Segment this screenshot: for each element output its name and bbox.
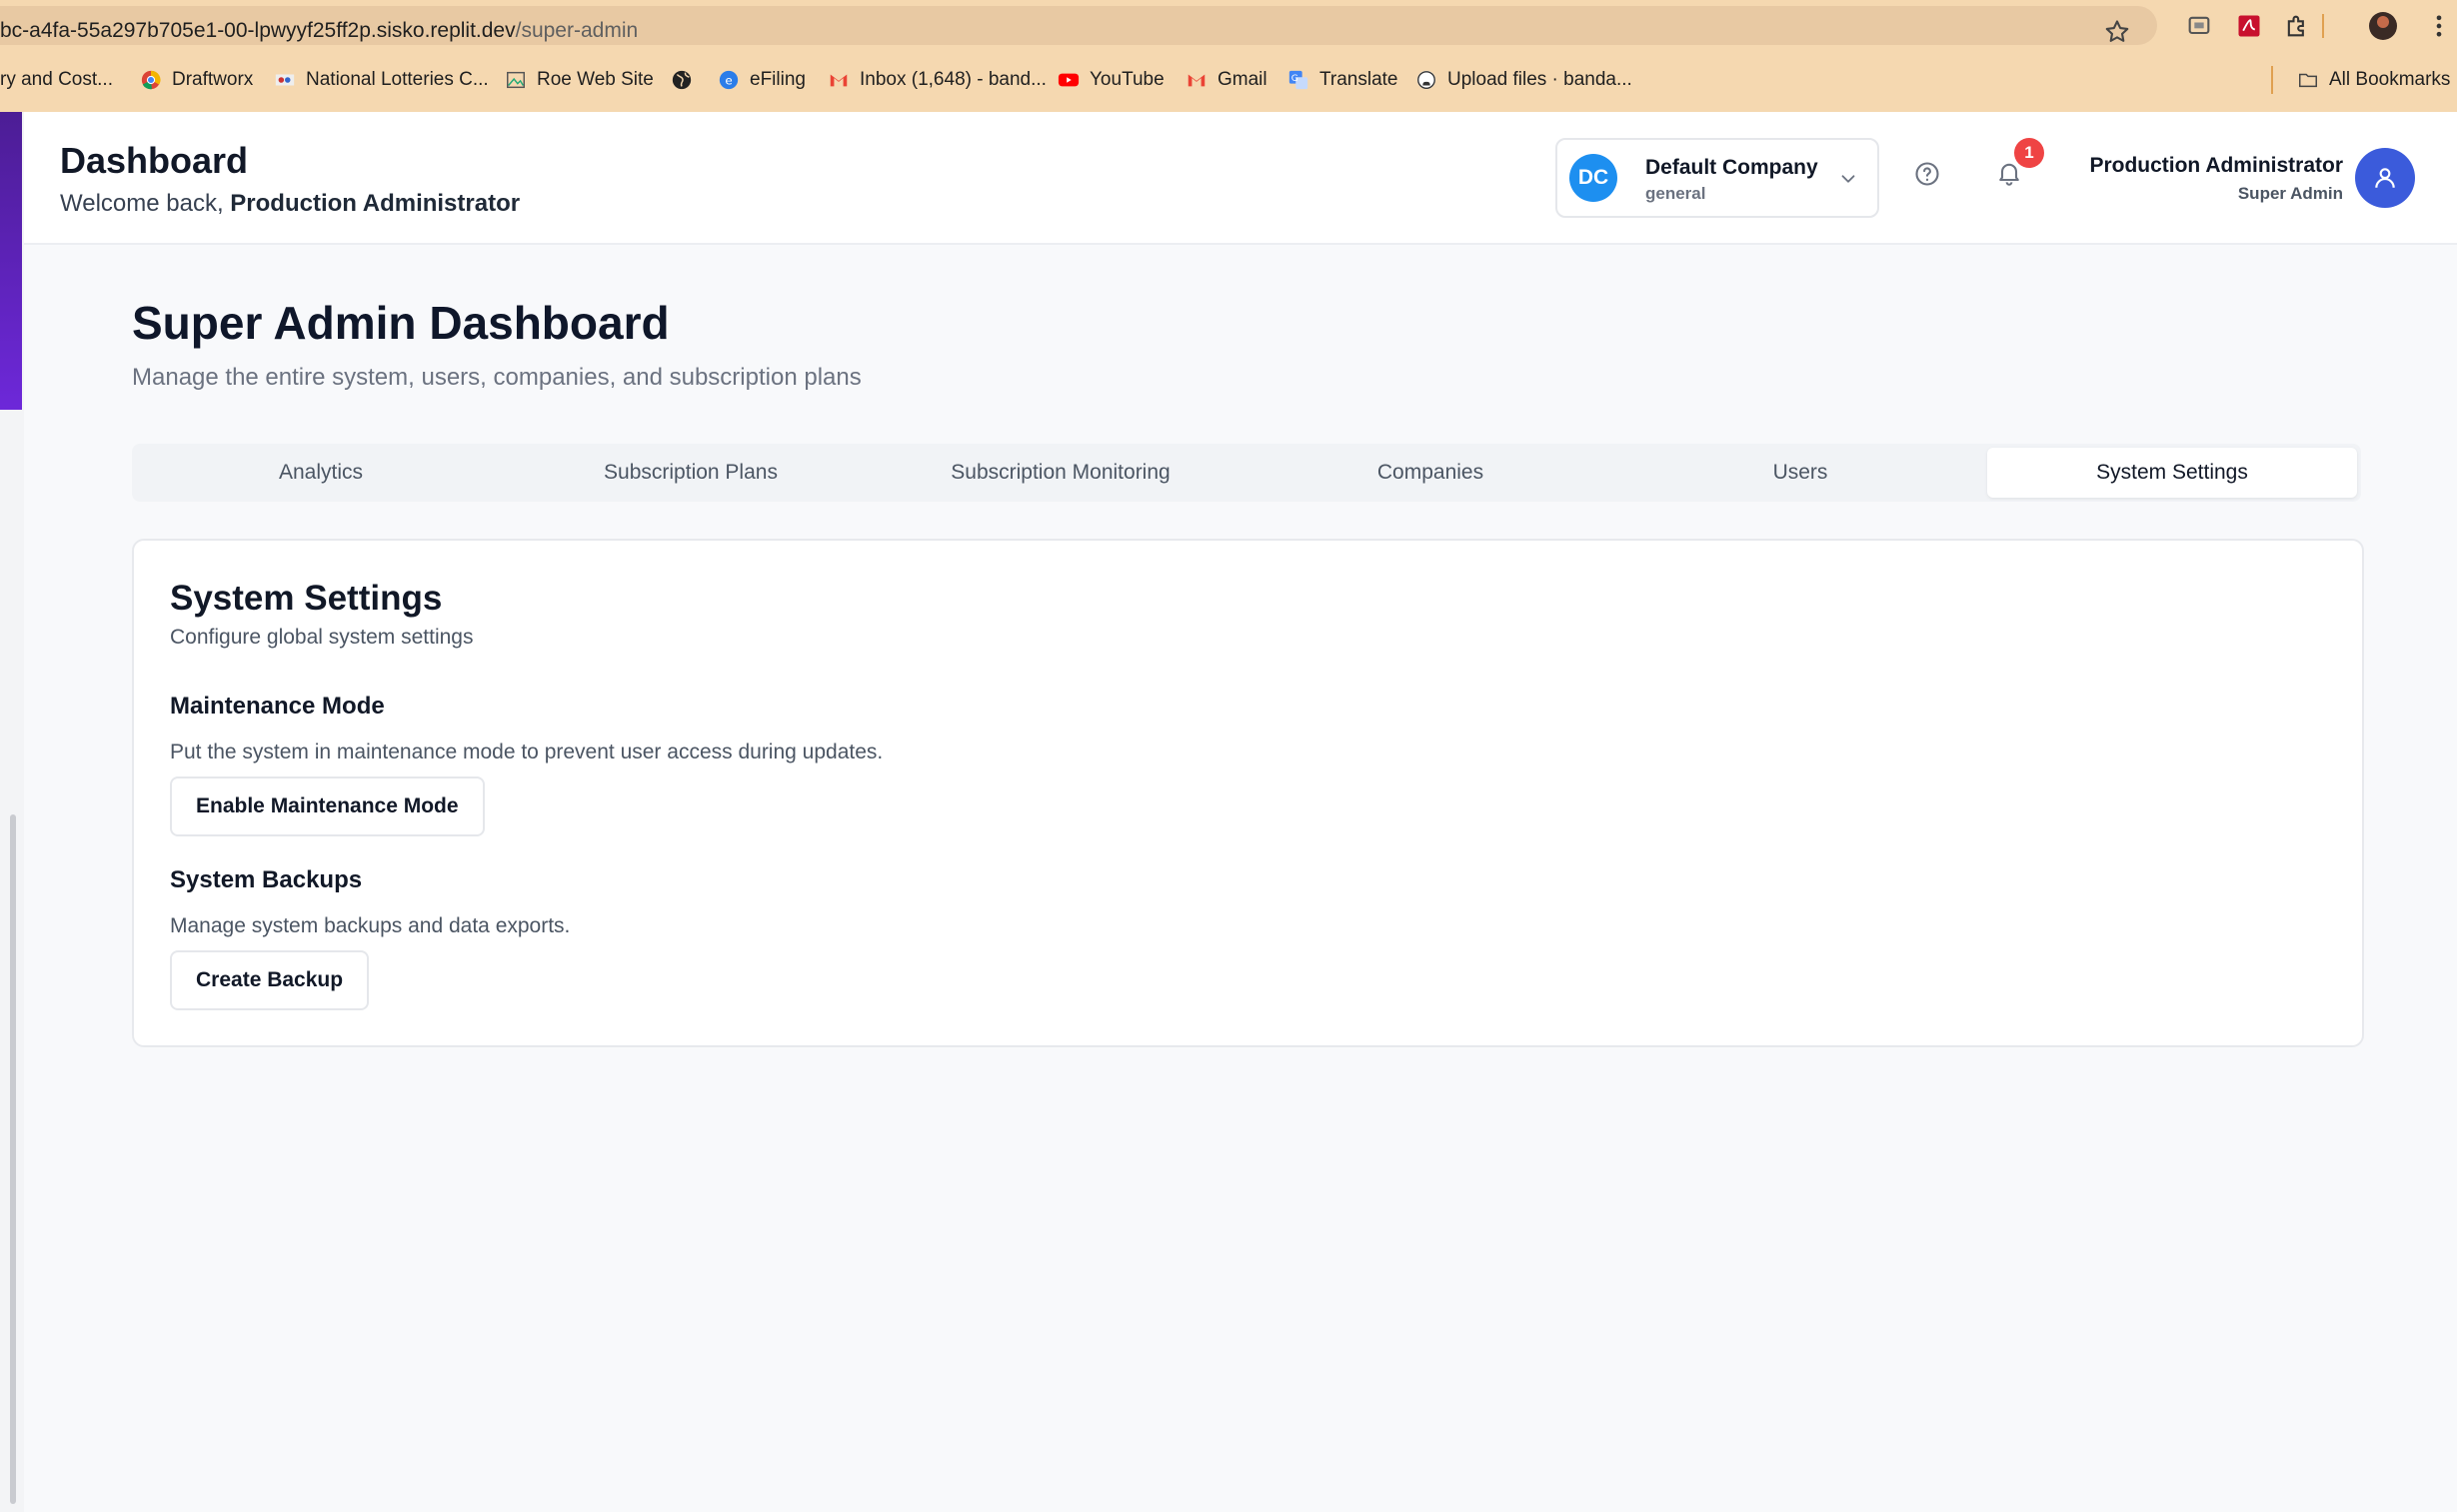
- bookmark-item[interactable]: ry and Cost...: [0, 66, 113, 94]
- folder-icon: [2299, 73, 2317, 88]
- svg-text:e: e: [725, 74, 732, 88]
- gmail-icon: [1188, 74, 1206, 87]
- card-subtitle: Configure global system settings: [170, 626, 474, 649]
- profile-avatar-icon[interactable]: [2369, 12, 2397, 40]
- url-text[interactable]: bc-a4fa-55a297b705e1-00-lpwyyf25ff2p.sis…: [0, 19, 638, 43]
- sidebar-scrollbar[interactable]: [10, 814, 16, 1504]
- tab-users[interactable]: Users: [1615, 448, 1985, 498]
- page-subtitle: Manage the entire system, users, compani…: [132, 364, 862, 391]
- tab-companies[interactable]: Companies: [1245, 448, 1615, 498]
- efiling-icon: e: [719, 70, 739, 90]
- lotteries-icon: [275, 74, 295, 86]
- bookmark-item[interactable]: National Lotteries C...: [274, 66, 489, 94]
- extensions-puzzle-icon[interactable]: [2283, 12, 2311, 40]
- create-backup-button[interactable]: Create Backup: [170, 950, 370, 1010]
- translate-icon: G: [1288, 70, 1308, 90]
- toolbar-divider: [2322, 14, 2324, 38]
- company-type: general: [1645, 184, 1706, 203]
- bookmarks-divider: [2271, 66, 2273, 94]
- help-icon[interactable]: [1913, 160, 1941, 188]
- image-icon: [507, 71, 525, 89]
- globe-icon: [672, 70, 692, 90]
- cast-icon[interactable]: [2185, 12, 2213, 40]
- address-bar[interactable]: bc-a4fa-55a297b705e1-00-lpwyyf25ff2p.sis…: [0, 6, 2157, 45]
- gmail-icon: [830, 74, 848, 87]
- tab-subscription-monitoring[interactable]: Subscription Monitoring: [876, 448, 1245, 498]
- svg-text:G: G: [1291, 73, 1298, 84]
- company-name: Default Company: [1645, 156, 1818, 179]
- welcome-text: Welcome back, Production Administrator: [60, 190, 521, 217]
- bookmark-item[interactable]: Draftworx: [140, 66, 253, 94]
- maintenance-title: Maintenance Mode: [170, 693, 385, 720]
- bookmark-item[interactable]: Inbox (1,648) - band...: [828, 66, 1047, 94]
- user-avatar[interactable]: [2355, 148, 2415, 208]
- more-menu-icon[interactable]: [2425, 12, 2453, 40]
- sidebar-brand-strip: [0, 112, 22, 410]
- bookmark-item[interactable]: G Translate: [1287, 66, 1398, 94]
- user-icon: [2375, 168, 2395, 188]
- tab-subscription-plans[interactable]: Subscription Plans: [506, 448, 876, 498]
- all-bookmarks[interactable]: All Bookmarks: [2297, 66, 2450, 94]
- maintenance-description: Put the system in maintenance mode to pr…: [170, 741, 884, 763]
- card-title: System Settings: [170, 579, 443, 618]
- company-avatar: DC: [1569, 154, 1617, 202]
- browser-toolbar: bc-a4fa-55a297b705e1-00-lpwyyf25ff2p.sis…: [0, 0, 2457, 112]
- bookmark-item[interactable]: YouTube: [1058, 66, 1165, 94]
- chevron-down-icon: [1841, 175, 1855, 183]
- app-header: Dashboard Welcome back, Production Admin…: [24, 112, 2457, 245]
- github-icon: [1416, 70, 1436, 90]
- pdf-extension-icon[interactable]: [2235, 12, 2263, 40]
- system-settings-card: System Settings Configure global system …: [132, 539, 2364, 1047]
- bookmark-item[interactable]: e eFiling: [718, 66, 806, 94]
- backups-description: Manage system backups and data exports.: [170, 914, 571, 937]
- bookmark-star-icon[interactable]: [2103, 18, 2131, 46]
- company-selector[interactable]: DC Default Company general: [1555, 138, 1879, 218]
- header-title: Dashboard: [60, 140, 249, 181]
- tab-bar: Analytics Subscription Plans Subscriptio…: [132, 444, 2361, 502]
- tab-system-settings[interactable]: System Settings: [1987, 448, 2357, 498]
- bookmark-item[interactable]: Gmail: [1186, 66, 1267, 94]
- enable-maintenance-button[interactable]: Enable Maintenance Mode: [170, 776, 485, 836]
- bookmark-item[interactable]: Roe Web Site: [505, 66, 654, 94]
- bookmark-item[interactable]: Upload files · banda...: [1415, 66, 1632, 94]
- bookmark-item[interactable]: [671, 66, 703, 94]
- user-role: Super Admin: [2237, 184, 2343, 203]
- bookmarks-bar: ry and Cost... Draftworx National Lotter…: [0, 62, 2457, 98]
- user-name: Production Administrator: [2089, 154, 2343, 177]
- backups-title: System Backups: [170, 866, 363, 893]
- tab-analytics[interactable]: Analytics: [136, 448, 506, 498]
- chrome-icon: [141, 70, 161, 90]
- page-title: Super Admin Dashboard: [132, 297, 670, 349]
- notification-badge: 1: [2014, 138, 2044, 168]
- youtube-icon: [1058, 73, 1080, 87]
